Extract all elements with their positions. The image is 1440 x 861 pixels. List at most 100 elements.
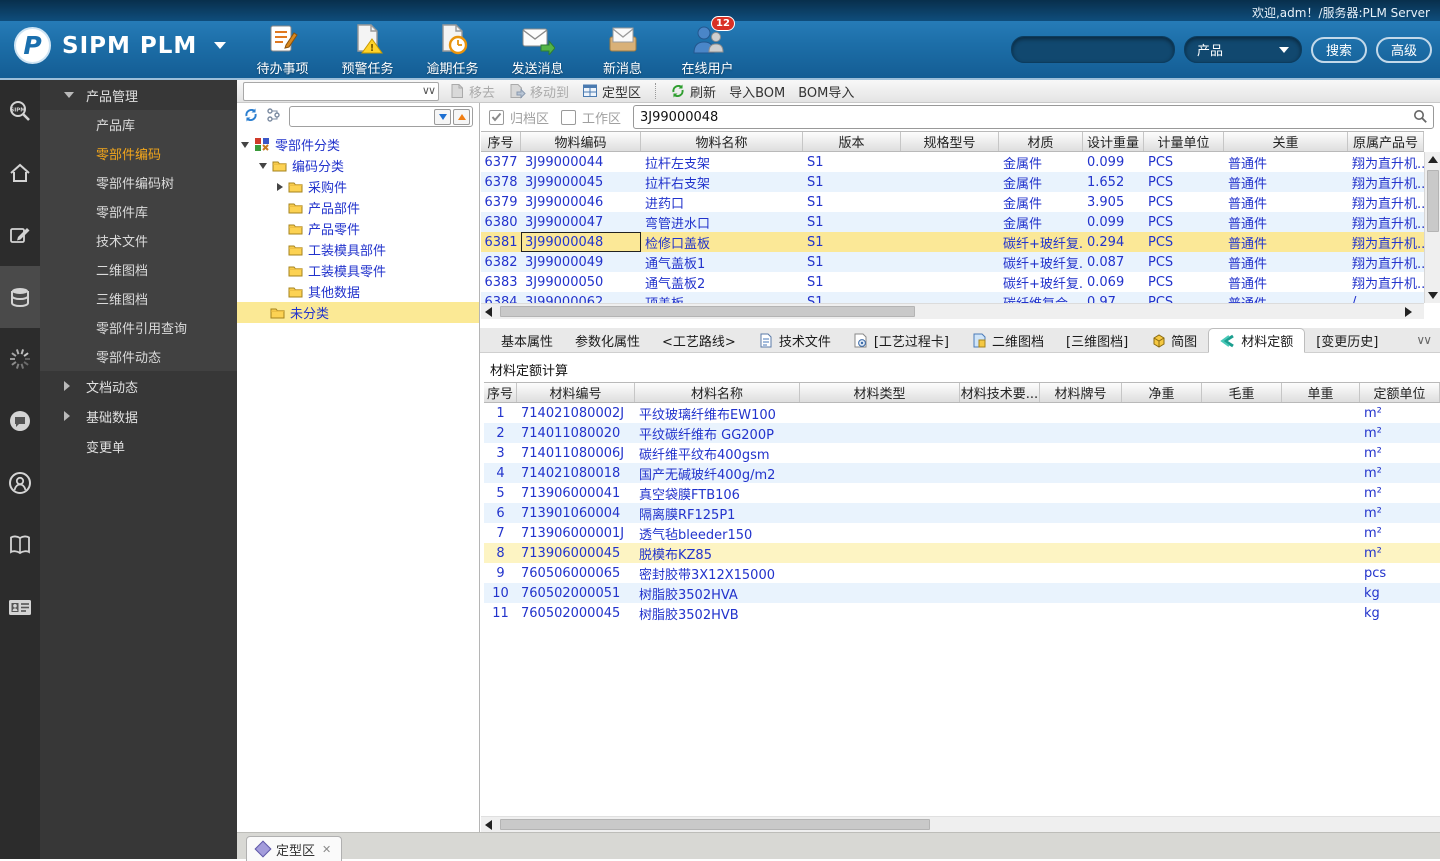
tree-node-其他数据[interactable]: 其他数据 (237, 281, 479, 302)
toolbar-button-导入BOM[interactable]: 导入BOM (729, 82, 785, 101)
scroll-down-icon[interactable] (1428, 292, 1438, 299)
table-row-4[interactable]: 4 714021080018 国产无碱玻纤400g/m2 m² (484, 463, 1440, 483)
table-row-6380[interactable]: 6380 3J99000047 弯管进水口 S1 金属件 0.099 PCS 普通件 翔为直升机… (481, 212, 1424, 232)
column-header-物料名称[interactable]: 物料名称 (641, 132, 803, 151)
detail-tab-技术文件[interactable]: 技术文件 (747, 328, 842, 352)
sidebar-item-零部件编码树[interactable]: 零部件编码树 (40, 168, 237, 197)
tree-node-工装模具部件[interactable]: 工装模具部件 (237, 239, 479, 260)
table-row-6382[interactable]: 6382 3J99000049 通气盖板1 S1 碳纤+玻纤复... 0.087 PCS 普通… (481, 252, 1424, 272)
scroll-left-icon[interactable] (485, 820, 492, 830)
table-row-6377[interactable]: 6377 3J99000044 拉杆左支架 S1 金属件 0.099 PCS 普通件 翔为直升机… (481, 152, 1424, 172)
chevron-right-icon[interactable] (64, 381, 70, 391)
chevron-right-icon[interactable] (64, 411, 70, 421)
edit-icon[interactable] (0, 204, 40, 266)
contact-card-icon[interactable] (0, 576, 40, 638)
magnifier-icon[interactable] (1413, 109, 1428, 128)
toolbar-button-BOM导入[interactable]: BOM导入 (798, 82, 854, 101)
tree-expand-icon[interactable] (277, 182, 283, 191)
column-header-材料技术要...[interactable]: 材料技术要... (960, 383, 1040, 402)
search-category-select[interactable]: 产品 (1183, 36, 1302, 63)
tree-node-产品部件[interactable]: 产品部件 (237, 197, 479, 218)
book-icon[interactable] (0, 514, 40, 576)
column-header-原属产品号[interactable]: 原属产品号 (1348, 132, 1424, 151)
column-header-材质[interactable]: 材质 (999, 132, 1083, 151)
column-header-设计重量[interactable]: 设计重量 (1083, 132, 1144, 151)
parts-horizontal-scrollbar[interactable] (481, 303, 1424, 319)
tree-node-编码分类[interactable]: 编码分类 (237, 155, 479, 176)
column-header-定额单位[interactable]: 定额单位 (1360, 383, 1440, 402)
sipm-search-icon[interactable]: SIPM (0, 80, 40, 142)
brand-dropdown-icon[interactable] (214, 42, 227, 49)
table-row-6[interactable]: 6 713901060004 隔离膜RF125P1 m² (484, 503, 1440, 523)
bottom-tab-dingxingqu[interactable]: 定型区 ✕ (246, 836, 343, 861)
table-row-3[interactable]: 3 714011080006J 碳纤维平纹布400gsm m² (484, 443, 1440, 463)
table-row-5[interactable]: 5 713906000041 真空袋膜FTB106 m² (484, 483, 1440, 503)
material-horizontal-scrollbar[interactable] (481, 816, 1440, 832)
detail-tab-二维图档[interactable]: 二维图档 (960, 328, 1055, 352)
table-row-9[interactable]: 9 760506000065 密封胶带3X12X15000 pcs (484, 563, 1440, 583)
table-row-10[interactable]: 10 760502000051 树脂胶3502HVA kg (484, 583, 1440, 603)
detail-tab-材料定额[interactable]: 材料定额 (1208, 328, 1306, 353)
detail-tab-简图[interactable]: 简图 (1139, 328, 1208, 352)
column-header-序号[interactable]: 序号 (484, 383, 517, 402)
loading-icon[interactable] (0, 328, 40, 390)
column-header-净重[interactable]: 净重 (1122, 383, 1202, 402)
archive-checkbox[interactable] (489, 109, 504, 125)
tree-node-工装模具零件[interactable]: 工装模具零件 (237, 260, 479, 281)
detail-tab-<工艺路线>[interactable]: <工艺路线> (651, 328, 747, 352)
tree-collapse-icon[interactable] (259, 162, 267, 169)
tree-node-未分类[interactable]: 未分类 (237, 302, 479, 323)
column-header-材料名称[interactable]: 材料名称 (635, 383, 800, 402)
column-header-规格型号[interactable]: 规格型号 (901, 132, 999, 151)
tree-node-产品零件[interactable]: 产品零件 (237, 218, 479, 239)
table-row-6379[interactable]: 6379 3J99000046 进药口 S1 金属件 3.905 PCS 普通件 翔为直升机..… (481, 192, 1424, 212)
scroll-left-icon[interactable] (485, 307, 492, 317)
quick-action-todo-list[interactable]: 待办事项 (240, 23, 325, 77)
toolbar-button-刷新[interactable]: 刷新 (670, 82, 716, 101)
detail-tab-[变更历史][interactable]: [变更历史] (1305, 328, 1389, 352)
chevron-down-icon[interactable] (64, 92, 74, 98)
tree-mode-combobox[interactable]: ∨∨ (243, 81, 439, 101)
column-header-物料编码[interactable]: 物料编码 (521, 132, 641, 151)
chat-icon[interactable] (0, 390, 40, 452)
quick-action-overdue-task[interactable]: 逾期任务 (410, 23, 495, 77)
sidebar-group-文档动态[interactable]: 文档动态 (40, 371, 237, 401)
global-search-input[interactable] (1010, 36, 1175, 63)
sidebar-item-零部件引用查询[interactable]: 零部件引用查询 (40, 313, 237, 342)
table-row-6383[interactable]: 6383 3J99000050 通气盖板2 S1 碳纤+玻纤复... 0.069 PCS 普通… (481, 272, 1424, 292)
sidebar-item-零部件编码[interactable]: 零部件编码 (40, 139, 237, 168)
quick-action-warning-task[interactable]: ! 预警任务 (325, 23, 410, 77)
advanced-search-button[interactable]: 高级 (1375, 36, 1432, 63)
scroll-thumb[interactable] (500, 306, 915, 317)
hierarchy-icon[interactable] (266, 107, 282, 127)
column-header-版本[interactable]: 版本 (803, 132, 901, 151)
column-header-材料编号[interactable]: 材料编号 (517, 383, 635, 402)
table-row-6384[interactable]: 6384 3J99000062 顶盖板 S1 碳纤维复合... 0.97 PCS 普通件 / (481, 292, 1424, 303)
sidebar-item-产品库[interactable]: 产品库 (40, 110, 237, 139)
table-row-6381[interactable]: 6381 3J99000048 检修口盖板 S1 碳纤+玻纤复... 0.294 PCS 普通… (481, 232, 1424, 252)
more-tabs-icon[interactable]: ∨∨ (1416, 333, 1432, 347)
brand[interactable]: P SIPM PLM (14, 27, 227, 64)
sidebar-item-二维图档[interactable]: 二维图档 (40, 255, 237, 284)
refresh-tree-icon[interactable] (243, 107, 259, 127)
column-header-关重[interactable]: 关重 (1224, 132, 1348, 151)
column-header-毛重[interactable]: 毛重 (1202, 383, 1282, 402)
toolbar-button-定型区[interactable]: 定型区 (582, 82, 641, 101)
detail-tab-参数化属性[interactable]: 参数化属性 (564, 328, 651, 352)
quick-action-online-users[interactable]: 在线用户 12 (665, 16, 750, 77)
table-row-6378[interactable]: 6378 3J99000045 拉杆右支架 S1 金属件 1.652 PCS 普通件 翔为直升机… (481, 172, 1424, 192)
column-header-计量单位[interactable]: 计量单位 (1144, 132, 1224, 151)
sidebar-group-产品管理[interactable]: 产品管理 (40, 80, 237, 110)
workarea-checkbox[interactable] (561, 109, 577, 125)
column-header-单重[interactable]: 单重 (1282, 383, 1360, 402)
sidebar-item-三维图档[interactable]: 三维图档 (40, 284, 237, 313)
sidebar-group-变更单[interactable]: 变更单 (40, 431, 237, 461)
table-row-7[interactable]: 7 713906000001J 透气毡bleeder150 m² (484, 523, 1440, 543)
tree-node-root[interactable]: 零部件分类 (237, 134, 479, 155)
quick-action-new-message[interactable]: 新消息 (580, 23, 665, 77)
search-button[interactable]: 搜索 (1310, 36, 1367, 63)
scroll-thumb[interactable] (1427, 170, 1439, 232)
search-down-button[interactable] (434, 108, 451, 125)
column-header-材料类型[interactable]: 材料类型 (800, 383, 960, 402)
parts-search-input[interactable]: 3J99000048 (633, 105, 1434, 129)
